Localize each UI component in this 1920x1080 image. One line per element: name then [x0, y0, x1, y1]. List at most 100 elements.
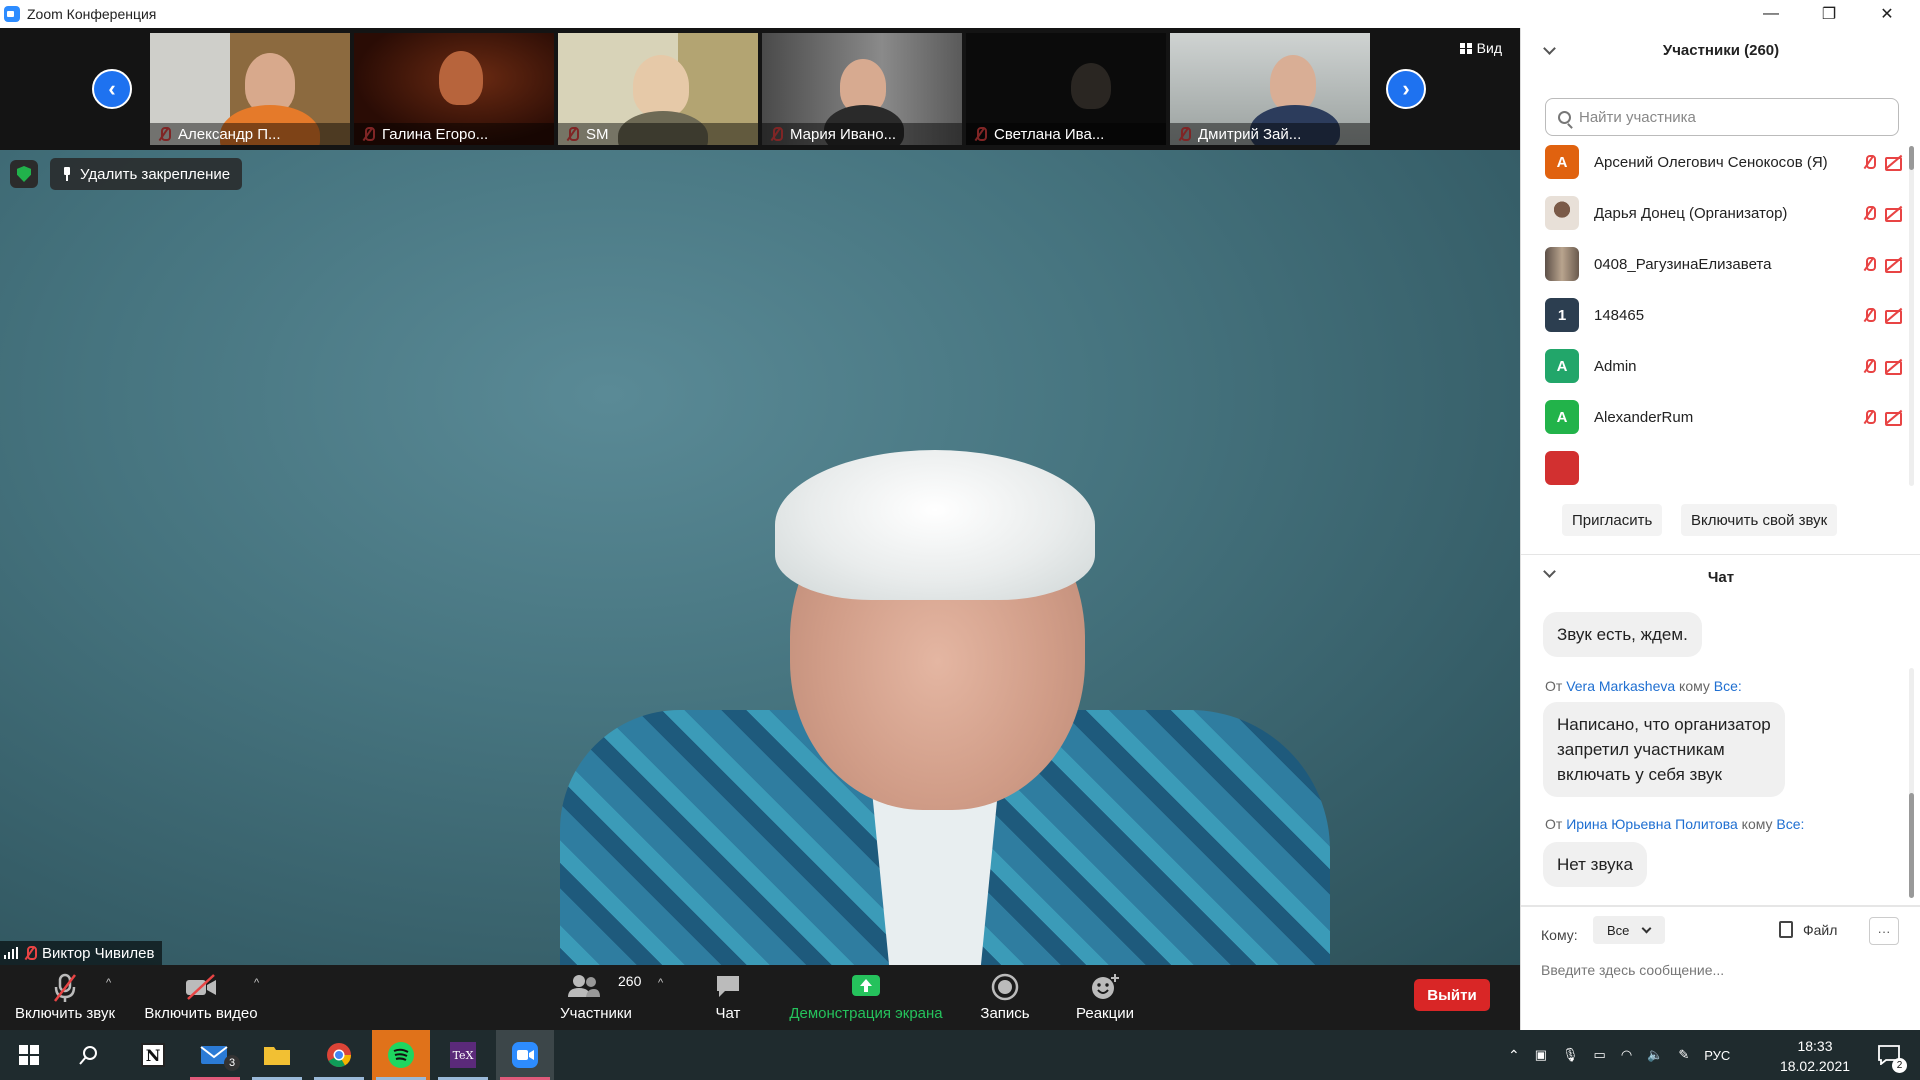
spotify-icon[interactable] — [372, 1030, 430, 1080]
recipient-select[interactable]: Все — [1593, 916, 1665, 944]
video-thumbnail[interactable]: Мария Ивано... — [762, 33, 962, 145]
signal-strength-icon — [4, 947, 18, 959]
previous-page-button[interactable]: ‹ — [92, 69, 132, 109]
notification-center-button[interactable]: 2 — [1860, 1030, 1918, 1080]
video-options-caret-icon[interactable]: ^ — [254, 977, 259, 989]
clock-time: 18:33 — [1797, 1038, 1833, 1054]
participants-options-caret-icon[interactable]: ^ — [658, 977, 663, 989]
search-icon — [79, 1046, 97, 1065]
show-hidden-icons-chevron-icon[interactable]: ⌃ — [1508, 1047, 1520, 1064]
chat-panel-title: Чат — [1707, 568, 1735, 586]
participant-name: Admin — [1594, 357, 1637, 375]
unpin-button[interactable]: Удалить закрепление — [50, 158, 243, 190]
chat-scrollbar-thumb[interactable] — [1909, 793, 1914, 898]
chat-compose-divider — [1521, 905, 1920, 907]
avatar: А — [1545, 145, 1579, 179]
notification-badge: 2 — [1892, 1058, 1907, 1073]
meeting-toolbar: Включить звук ^ Включить видео ^ 260 Уча… — [0, 965, 1520, 1030]
invite-button[interactable]: Пригласить — [1562, 504, 1663, 536]
participants-scrollbar-thumb[interactable] — [1909, 146, 1914, 170]
video-thumbnail[interactable]: Дмитрий Зай... — [1170, 33, 1370, 145]
file-label: Файл — [1803, 921, 1838, 938]
participant-row[interactable] — [1545, 450, 1905, 486]
minimize-button[interactable]: — — [1742, 0, 1800, 28]
video-thumbnail[interactable]: Галина Егоро... — [354, 33, 554, 145]
close-button[interactable]: ✕ — [1858, 0, 1916, 28]
from-prefix: От — [1545, 678, 1563, 694]
clock-date: 18.02.2021 — [1779, 1058, 1851, 1074]
tex-app-icon[interactable]: TeX — [434, 1030, 492, 1080]
reactions-icon — [1092, 974, 1119, 999]
participants-button[interactable]: 260 Участники — [556, 965, 641, 1030]
microphone-icon[interactable]: 🎙 — [1562, 1047, 1579, 1063]
participant-row[interactable]: 0408_РагузинаЕлизавета — [1545, 246, 1905, 282]
video-thumbnail[interactable]: SM — [558, 33, 758, 145]
next-page-button[interactable]: › — [1386, 69, 1426, 109]
file-icon — [1779, 921, 1793, 938]
leave-meeting-button[interactable]: Выйти — [1414, 979, 1490, 1011]
notion-app-icon[interactable]: N — [124, 1030, 182, 1080]
participants-list: А Арсений Олегович Сенокосов (Я) Дарья Д… — [1521, 144, 1911, 488]
more-options-button[interactable]: ··· — [1869, 917, 1899, 945]
zoom-icon — [512, 1042, 538, 1068]
language-indicator[interactable]: РУС — [1704, 1048, 1730, 1063]
share-screen-button[interactable]: Демонстрация экрана — [784, 965, 948, 1030]
recipient-name[interactable]: Все: — [1714, 678, 1742, 694]
mail-app-icon[interactable]: 3 — [186, 1030, 244, 1080]
wifi-icon[interactable]: ◠ — [1621, 1047, 1632, 1063]
zoom-app-icon — [4, 6, 20, 22]
participant-row[interactable]: Дарья Донец (Организатор) — [1545, 195, 1905, 231]
folder-icon — [264, 1047, 290, 1065]
recipient-name[interactable]: Все: — [1776, 816, 1804, 832]
video-off-icon — [1885, 257, 1905, 273]
participant-row[interactable]: 1 148465 — [1545, 297, 1905, 333]
volume-icon[interactable]: 🔈 — [1647, 1047, 1663, 1063]
participant-row[interactable]: A AlexanderRum — [1545, 399, 1905, 435]
participant-row[interactable]: А Арсений Олегович Сенокосов (Я) — [1545, 144, 1905, 180]
video-thumbnail[interactable]: Александр П... — [150, 33, 350, 145]
side-panel: Участники (260) Найти участника А Арсени… — [1520, 28, 1920, 1030]
sender-name[interactable]: Vera Markasheva — [1566, 678, 1675, 694]
video-off-icon — [1885, 410, 1905, 426]
start-video-button[interactable]: Включить видео — [142, 965, 260, 1030]
file-button[interactable]: Файл — [1779, 921, 1837, 938]
participants-panel-title: Участники (260) — [1662, 41, 1780, 59]
unmute-self-button[interactable]: Включить свой звук — [1681, 504, 1838, 536]
video-thumbnail[interactable]: Светлана Ива... — [966, 33, 1166, 145]
muted-mic-icon — [1863, 206, 1876, 220]
participant-name: Светлана Ива... — [966, 123, 1166, 145]
pen-icon[interactable]: ✎ — [1678, 1047, 1689, 1063]
encryption-shield-icon[interactable] — [10, 160, 38, 188]
view-button[interactable]: Вид — [1459, 40, 1502, 56]
avatar — [1545, 451, 1579, 485]
restore-button[interactable]: ❐ — [1800, 0, 1858, 28]
battery-icon[interactable]: ▭ — [1594, 1047, 1606, 1063]
participant-search-input[interactable]: Найти участника — [1545, 98, 1899, 136]
start-button[interactable] — [0, 1030, 58, 1080]
start-video-label: Включить видео — [144, 1005, 258, 1022]
to-word: кому — [1679, 678, 1710, 694]
chrome-icon[interactable] — [310, 1030, 368, 1080]
search-button[interactable] — [60, 1030, 118, 1080]
participant-row[interactable]: A Admin — [1545, 348, 1905, 384]
system-tray: ⌃ ▣ 🎙 ▭ ◠ 🔈 ✎ РУС — [1508, 1030, 1730, 1080]
chat-label: Чат — [715, 1005, 741, 1022]
file-explorer-icon[interactable] — [248, 1030, 306, 1080]
record-button[interactable]: Запись — [970, 965, 1040, 1030]
chat-icon — [717, 976, 739, 997]
participants-scrollbar[interactable] — [1909, 146, 1914, 486]
chat-button[interactable]: Чат — [700, 965, 756, 1030]
chat-message-input[interactable]: Введите здесь сообщение... — [1541, 962, 1724, 978]
grid-view-icon — [1459, 42, 1472, 54]
webcam-icon[interactable]: ▣ — [1535, 1047, 1547, 1063]
chat-message-line: запретил участникам — [1557, 740, 1725, 759]
video-off-icon — [1885, 359, 1905, 375]
zoom-taskbar-icon[interactable] — [496, 1030, 554, 1080]
sender-name[interactable]: Ирина Юрьевна Политова — [1566, 816, 1738, 832]
clock[interactable]: 18:33 18.02.2021 — [1770, 1036, 1860, 1076]
reactions-button[interactable]: Реакции — [1068, 965, 1142, 1030]
audio-options-caret-icon[interactable]: ^ — [106, 977, 111, 989]
windows-taskbar: N 3 TeX ⌃ ▣ 🎙 ▭ ◠ 🔈 ✎ РУС 18:33 18.02.20… — [0, 1030, 1920, 1080]
unmute-button[interactable]: Включить звук — [12, 965, 118, 1030]
participant-name: Галина Егоро... — [354, 123, 554, 145]
